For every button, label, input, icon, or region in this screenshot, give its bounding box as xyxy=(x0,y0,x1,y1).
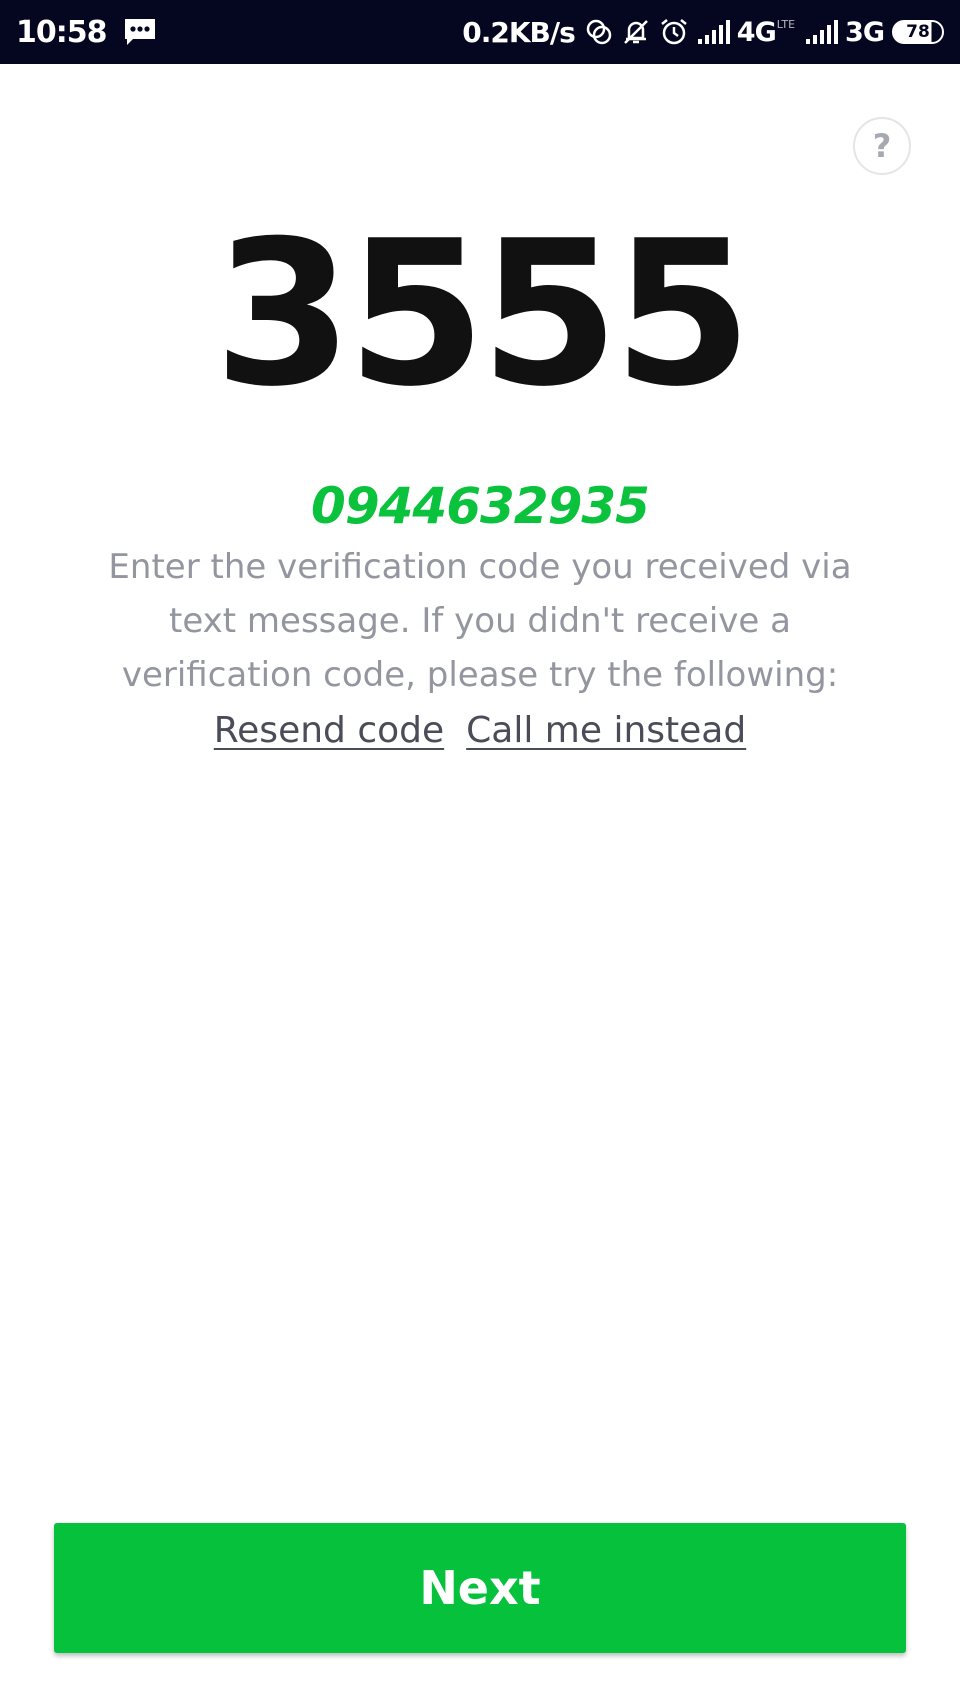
help-button[interactable]: ? xyxy=(853,117,911,175)
next-button-label: Next xyxy=(419,1561,541,1615)
verification-code: 3555 xyxy=(213,198,753,431)
alarm-icon xyxy=(659,17,689,47)
phone-number: 0944632935 xyxy=(311,477,650,535)
message-icon xyxy=(123,17,157,47)
battery-level: 78 xyxy=(906,22,930,42)
status-bar: 10:58 0.2KB/s 4G LTE 3G 78 xyxy=(0,0,960,64)
signal-icon xyxy=(697,19,731,45)
call-me-instead-link[interactable]: Call me instead xyxy=(466,706,746,756)
status-right: 0.2KB/s 4G LTE 3G 78 xyxy=(462,16,944,49)
battery-icon: 78 xyxy=(892,20,944,44)
mute-icon xyxy=(621,17,651,47)
status-time: 10:58 xyxy=(16,14,107,50)
network-type-2: 3G xyxy=(845,16,885,48)
alternate-actions: Resend code Call me instead xyxy=(0,706,960,756)
network-type-1: 4G xyxy=(736,16,777,48)
network-speed: 0.2KB/s xyxy=(462,15,576,49)
network-type-1-sub: LTE xyxy=(776,17,796,31)
signal-icon xyxy=(805,19,839,45)
sync-icon xyxy=(585,18,613,46)
status-left: 10:58 xyxy=(16,15,157,50)
next-button[interactable]: Next xyxy=(54,1523,906,1653)
resend-code-link[interactable]: Resend code xyxy=(214,706,444,756)
help-icon: ? xyxy=(872,127,892,165)
verification-screen: 10:58 0.2KB/s 4G LTE 3G 78 ? 3555 094463… xyxy=(0,0,960,1706)
instructions-text: Enter the verification code you received… xyxy=(108,547,852,695)
